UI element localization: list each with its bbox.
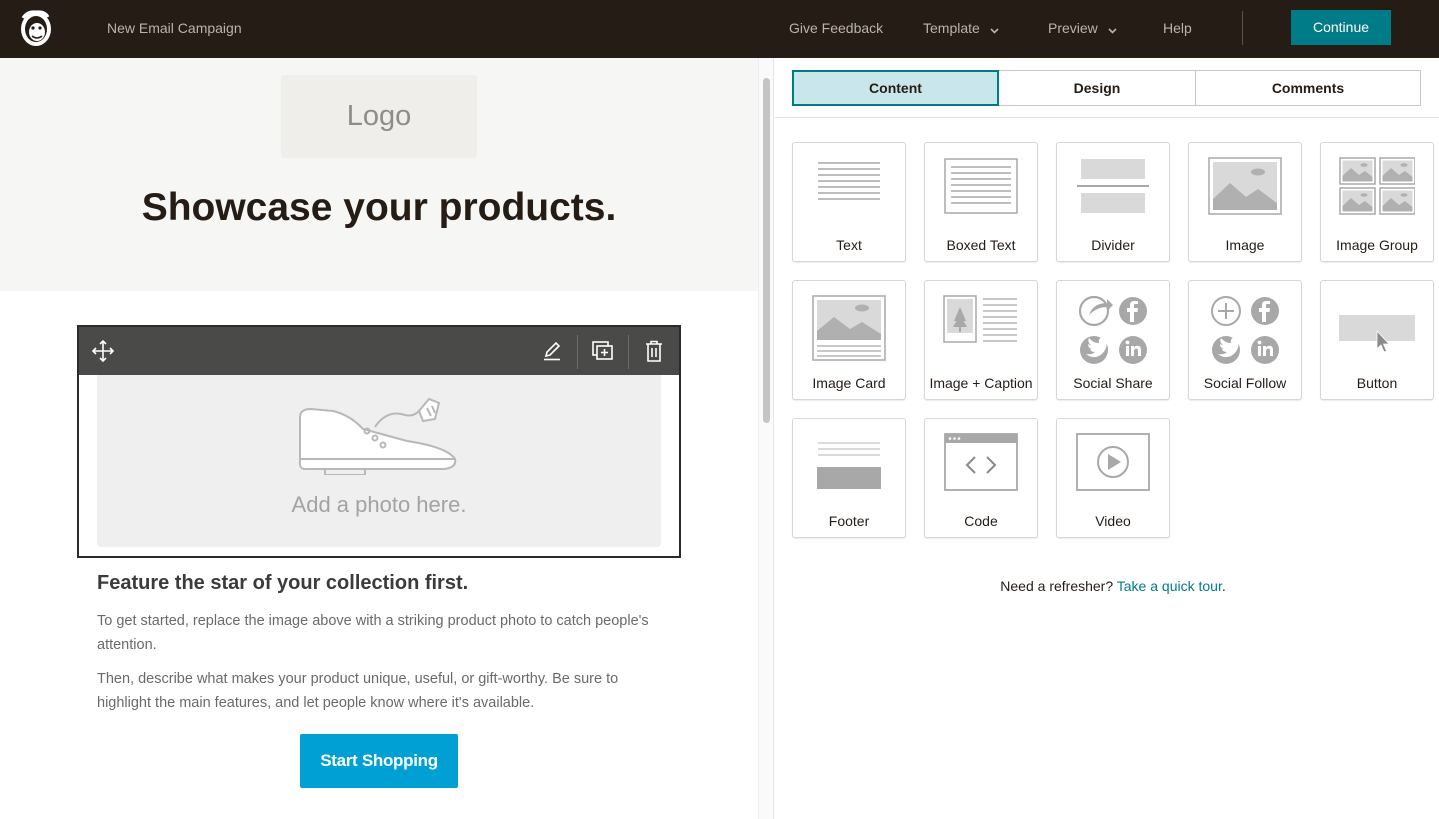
photo-placeholder-text: Add a photo here. bbox=[291, 492, 467, 517]
tab-design[interactable]: Design bbox=[998, 70, 1196, 106]
start-shopping-button[interactable]: Start Shopping bbox=[300, 734, 458, 788]
block-tile-image-group[interactable]: Image Group bbox=[1320, 142, 1434, 262]
email-editor-canvas: Logo Showcase your products. Add a photo… bbox=[0, 58, 758, 819]
tabs-divider bbox=[775, 117, 1439, 118]
block-tile-label: Social Share bbox=[1073, 375, 1153, 391]
photo-placeholder[interactable]: Add a photo here. bbox=[97, 375, 661, 547]
preview-menu[interactable]: Preview bbox=[1048, 20, 1117, 37]
give-feedback-link[interactable]: Give Feedback bbox=[789, 20, 883, 36]
social-share-block-icon bbox=[1057, 295, 1169, 364]
video-block-icon bbox=[1057, 433, 1169, 495]
nav-divider bbox=[1242, 11, 1243, 45]
block-tile-image[interactable]: Image bbox=[1188, 142, 1302, 262]
toolbar-separator bbox=[628, 335, 629, 369]
block-tile-footer[interactable]: Footer bbox=[792, 418, 906, 538]
social-follow-block-icon bbox=[1189, 295, 1301, 364]
block-tile-label: Image Group bbox=[1336, 237, 1418, 253]
content-blocks-panel: Content Design Comments Text Boxed Text bbox=[775, 58, 1439, 819]
selected-image-block[interactable]: Add a photo here. bbox=[77, 325, 681, 558]
block-tile-text[interactable]: Text bbox=[792, 142, 906, 262]
campaign-title[interactable]: New Email Campaign bbox=[107, 20, 242, 36]
block-tile-image-card[interactable]: Image Card bbox=[792, 280, 906, 400]
text-block-icon bbox=[793, 157, 905, 219]
template-menu-label: Template bbox=[923, 20, 980, 36]
refresher-text: Need a refresher? bbox=[1000, 578, 1114, 594]
email-header-block[interactable]: Logo Showcase your products. bbox=[0, 58, 758, 291]
move-icon[interactable] bbox=[79, 327, 127, 375]
block-toolbar bbox=[79, 327, 679, 375]
panel-tabs: Content Design Comments bbox=[792, 70, 1421, 106]
body-paragraph-1[interactable]: To get started, replace the image above … bbox=[97, 609, 667, 657]
block-tile-video[interactable]: Video bbox=[1056, 418, 1170, 538]
code-block-icon bbox=[925, 433, 1037, 495]
refresher-end: . bbox=[1221, 578, 1226, 594]
tab-content[interactable]: Content bbox=[792, 70, 999, 106]
email-headline[interactable]: Showcase your products. bbox=[0, 186, 758, 230]
image-caption-block-icon bbox=[925, 295, 1037, 357]
block-tile-label: Button bbox=[1356, 375, 1398, 391]
trash-icon[interactable] bbox=[630, 327, 678, 375]
block-tile-label: Text bbox=[836, 237, 862, 253]
help-link[interactable]: Help bbox=[1163, 20, 1192, 36]
continue-button[interactable]: Continue bbox=[1291, 10, 1391, 45]
button-block-icon bbox=[1321, 295, 1433, 357]
chevron-down-icon bbox=[1108, 21, 1117, 37]
block-tile-boxed-text[interactable]: Boxed Text bbox=[924, 142, 1038, 262]
quick-tour-link[interactable]: Take a quick tour bbox=[1117, 578, 1222, 594]
duplicate-icon[interactable] bbox=[579, 327, 627, 375]
freddie-monkey-logo-icon[interactable] bbox=[17, 8, 55, 48]
block-tile-label: Footer bbox=[828, 513, 870, 529]
block-tile-image-caption[interactable]: Image + Caption bbox=[924, 280, 1038, 400]
pencil-icon[interactable] bbox=[528, 327, 576, 375]
block-tile-label: Video bbox=[1095, 513, 1131, 529]
block-tile-button[interactable]: Button bbox=[1320, 280, 1434, 400]
block-tile-label: Social Follow bbox=[1203, 375, 1287, 391]
template-menu[interactable]: Template bbox=[923, 20, 999, 37]
footer-block-icon bbox=[793, 433, 905, 495]
block-tile-label: Image Card bbox=[812, 375, 886, 391]
block-tile-label: Divider bbox=[1091, 237, 1135, 253]
chevron-down-icon bbox=[990, 21, 999, 37]
boxed-text-block-icon bbox=[925, 157, 1037, 219]
block-tile-social-share[interactable]: Social Share bbox=[1056, 280, 1170, 400]
block-tile-label: Boxed Text bbox=[946, 237, 1016, 253]
toolbar-separator bbox=[577, 335, 578, 369]
block-tile-label: Code bbox=[964, 513, 998, 529]
top-bar: New Email Campaign Give Feedback Templat… bbox=[0, 0, 1439, 58]
divider-block-icon bbox=[1057, 157, 1169, 219]
block-tile-social-follow[interactable]: Social Follow bbox=[1188, 280, 1302, 400]
block-tile-divider[interactable]: Divider bbox=[1056, 142, 1170, 262]
editor-scrollbar[interactable] bbox=[758, 58, 774, 819]
logo-placeholder[interactable]: Logo bbox=[281, 75, 477, 158]
preview-menu-label: Preview bbox=[1048, 20, 1098, 36]
scrollbar-thumb[interactable] bbox=[763, 78, 770, 423]
image-card-block-icon bbox=[793, 295, 905, 361]
block-tile-label: Image bbox=[1225, 237, 1265, 253]
block-tile-code[interactable]: Code bbox=[924, 418, 1038, 538]
image-block-icon bbox=[1189, 157, 1301, 219]
block-tile-label: Image + Caption bbox=[929, 375, 1033, 391]
feature-title[interactable]: Feature the star of your collection firs… bbox=[97, 572, 468, 595]
body-paragraph-2[interactable]: Then, describe what makes your product u… bbox=[97, 667, 667, 715]
image-group-block-icon bbox=[1321, 157, 1433, 219]
tab-comments[interactable]: Comments bbox=[1195, 70, 1421, 106]
refresher-note: Need a refresher? Take a quick tour. bbox=[775, 578, 1439, 594]
shoe-icon bbox=[295, 389, 465, 480]
